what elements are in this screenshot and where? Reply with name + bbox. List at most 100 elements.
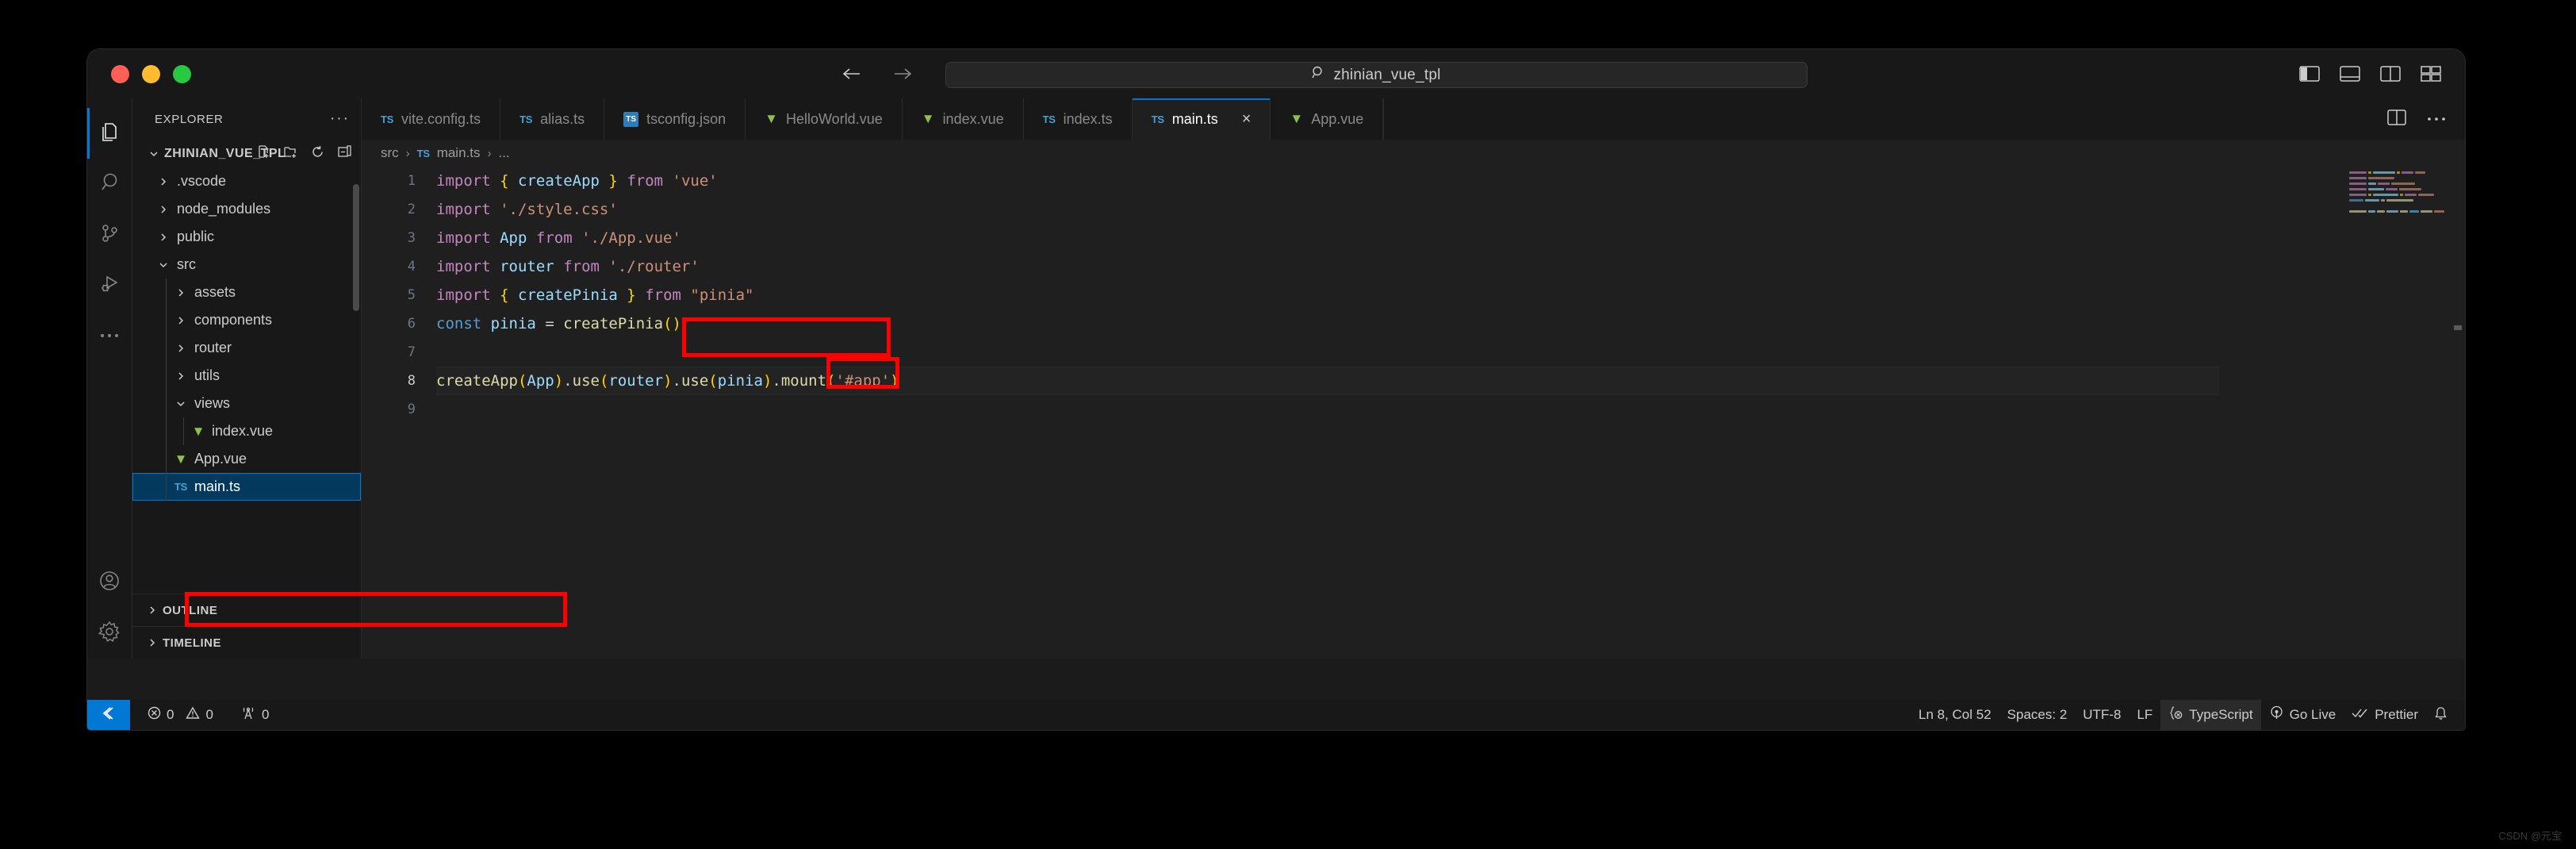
- tree-item-utils[interactable]: utils: [132, 362, 361, 390]
- ts-icon: TS: [1151, 113, 1164, 125]
- toggle-primary-sidebar-icon[interactable]: [2299, 65, 2320, 83]
- tab-label: main.ts: [1171, 110, 1218, 127]
- tab-label: App.vue: [1311, 110, 1364, 127]
- status-prettier[interactable]: Prettier: [2344, 700, 2426, 730]
- tree-item-label: src: [177, 256, 196, 272]
- chevron-down-icon: [153, 259, 174, 271]
- customize-layout-icon[interactable]: [2421, 65, 2441, 83]
- status-eol[interactable]: LF: [2129, 700, 2160, 730]
- tab-helloworld-vue[interactable]: ▼ HelloWorld.vue: [746, 98, 903, 140]
- tree-item-components[interactable]: components: [132, 306, 361, 334]
- vue-file-icon: ▼: [174, 451, 188, 467]
- sidebar-section-outline[interactable]: OUTLINE: [132, 594, 361, 626]
- activity-item-run-and-debug[interactable]: [87, 260, 132, 311]
- status-notifications[interactable]: [2426, 700, 2465, 730]
- tab-label: index.vue: [942, 110, 1004, 127]
- warning-icon: [186, 706, 201, 724]
- editor-group: TS vite.config.ts TS alias.ts TS tsconfi…: [362, 98, 2465, 659]
- sidebar-section-timeline[interactable]: TIMELINE: [132, 626, 361, 659]
- tab-alias-ts[interactable]: TS alias.ts: [500, 98, 605, 140]
- explorer-header: EXPLORER ···: [132, 98, 361, 140]
- activity-item-explorer[interactable]: [87, 108, 132, 159]
- tree-root-zhinian-vue-tpl[interactable]: ZHINIAN_VUE_TPL: [132, 140, 361, 167]
- explorer-more-actions-icon[interactable]: ···: [330, 111, 350, 126]
- tree-item-label: public: [177, 229, 215, 244]
- remote-window-indicator[interactable]: [87, 700, 130, 730]
- refresh-icon[interactable]: [311, 145, 324, 163]
- activity-item-more-views[interactable]: [87, 311, 132, 362]
- maximize-window-button[interactable]: [173, 64, 191, 83]
- editor-vertical-scrollbar[interactable]: [2454, 325, 2462, 330]
- tab-app-vue[interactable]: ▼ App.vue: [1271, 98, 1384, 140]
- ts-icon: TS: [1042, 113, 1056, 125]
- tree-item-public[interactable]: public: [132, 223, 361, 251]
- files-icon: [98, 121, 121, 147]
- status-language-mode[interactable]: TypeScript: [2160, 700, 2261, 730]
- tab-index-vue[interactable]: ▼ index.vue: [903, 98, 1024, 140]
- tree-item-label: node_modules: [177, 201, 271, 217]
- close-window-button[interactable]: [111, 64, 129, 83]
- check-check-icon: [2352, 707, 2369, 724]
- command-center-search[interactable]: zhinian_vue_tpl: [945, 62, 1807, 88]
- screen-root: zhinian_vue_tpl EXPLORER ··· ZHINIAN_VUE…: [0, 0, 2576, 849]
- toggle-secondary-sidebar-icon[interactable]: [2380, 65, 2401, 83]
- activity-item-settings[interactable]: [87, 608, 132, 659]
- status-prettier-label: Prettier: [2375, 707, 2418, 722]
- line-number: 4: [407, 259, 416, 275]
- ellipsis-icon: [98, 329, 121, 344]
- status-ports[interactable]: 0: [232, 700, 277, 730]
- indent-guide: [166, 445, 167, 473]
- broadcast-icon: [2269, 705, 2284, 724]
- activity-item-accounts[interactable]: [87, 557, 132, 608]
- toggle-panel-icon[interactable]: [2340, 65, 2360, 83]
- code-editor[interactable]: 1 import { createApp } from 'vue' 2 impo…: [362, 167, 2465, 659]
- account-icon: [98, 570, 121, 596]
- chevron-down-icon: [171, 398, 191, 409]
- status-indentation[interactable]: Spaces: 2: [1999, 700, 2076, 730]
- status-encoding[interactable]: UTF-8: [2075, 700, 2129, 730]
- status-go-live[interactable]: Go Live: [2261, 700, 2344, 730]
- more-actions-icon[interactable]: [2427, 112, 2446, 126]
- tab-main-ts[interactable]: TS main.ts ×: [1132, 98, 1271, 140]
- new-folder-icon[interactable]: [284, 145, 297, 163]
- tree-item-assets[interactable]: assets: [132, 279, 361, 306]
- breadcrumb-symbols[interactable]: ...: [498, 145, 509, 161]
- status-problems[interactable]: 0 0: [140, 700, 221, 730]
- tree-item-app-vue[interactable]: ▼ App.vue: [132, 445, 361, 473]
- tab-index-ts[interactable]: TS index.ts: [1024, 98, 1133, 140]
- tree-item-vscode[interactable]: .vscode: [132, 167, 361, 195]
- sidebar-scrollbar[interactable]: [353, 184, 359, 311]
- tab-tsconfig-json[interactable]: TS tsconfig.json: [604, 98, 746, 140]
- tree-item-label: index.vue: [212, 423, 274, 439]
- forward-arrow-icon[interactable]: [892, 66, 913, 82]
- editor-tab-bar: TS vite.config.ts TS alias.ts TS tsconfi…: [362, 98, 2465, 140]
- traffic-lights: [111, 64, 191, 83]
- breadcrumb-file[interactable]: main.ts: [437, 145, 481, 161]
- editor-minimap[interactable]: [2349, 171, 2444, 216]
- indent-guide: [166, 279, 167, 306]
- vue-icon: ▼: [921, 111, 935, 126]
- tree-item-node-modules[interactable]: node_modules: [132, 195, 361, 223]
- tree-item-main-ts[interactable]: TS main.ts: [132, 473, 361, 501]
- breadcrumb-src[interactable]: src: [381, 145, 399, 161]
- tree-item-views-index-vue[interactable]: ▼ index.vue: [132, 417, 361, 445]
- split-editor-icon[interactable]: [2387, 109, 2406, 129]
- minimize-window-button[interactable]: [142, 64, 160, 83]
- tree-item-views[interactable]: views: [132, 390, 361, 417]
- new-file-icon[interactable]: [257, 144, 270, 163]
- search-icon: [1312, 66, 1326, 84]
- status-cursor-position[interactable]: Ln 8, Col 52: [1911, 700, 1999, 730]
- back-arrow-icon[interactable]: [841, 66, 862, 82]
- collapse-all-icon[interactable]: [338, 144, 351, 163]
- tree-item-src[interactable]: src: [132, 251, 361, 279]
- gear-icon: [98, 620, 121, 647]
- tab-vite-config-ts[interactable]: TS vite.config.ts: [362, 98, 501, 140]
- activity-item-source-control[interactable]: [87, 209, 132, 260]
- activity-item-search[interactable]: [87, 159, 132, 209]
- tree-item-label: main.ts: [194, 478, 241, 494]
- close-icon[interactable]: ×: [1242, 110, 1252, 129]
- ts-icon: TS: [381, 113, 394, 125]
- search-input-value: zhinian_vue_tpl: [1333, 66, 1441, 83]
- status-go-live-label: Go Live: [2289, 707, 2336, 722]
- tree-item-router[interactable]: router: [132, 334, 361, 362]
